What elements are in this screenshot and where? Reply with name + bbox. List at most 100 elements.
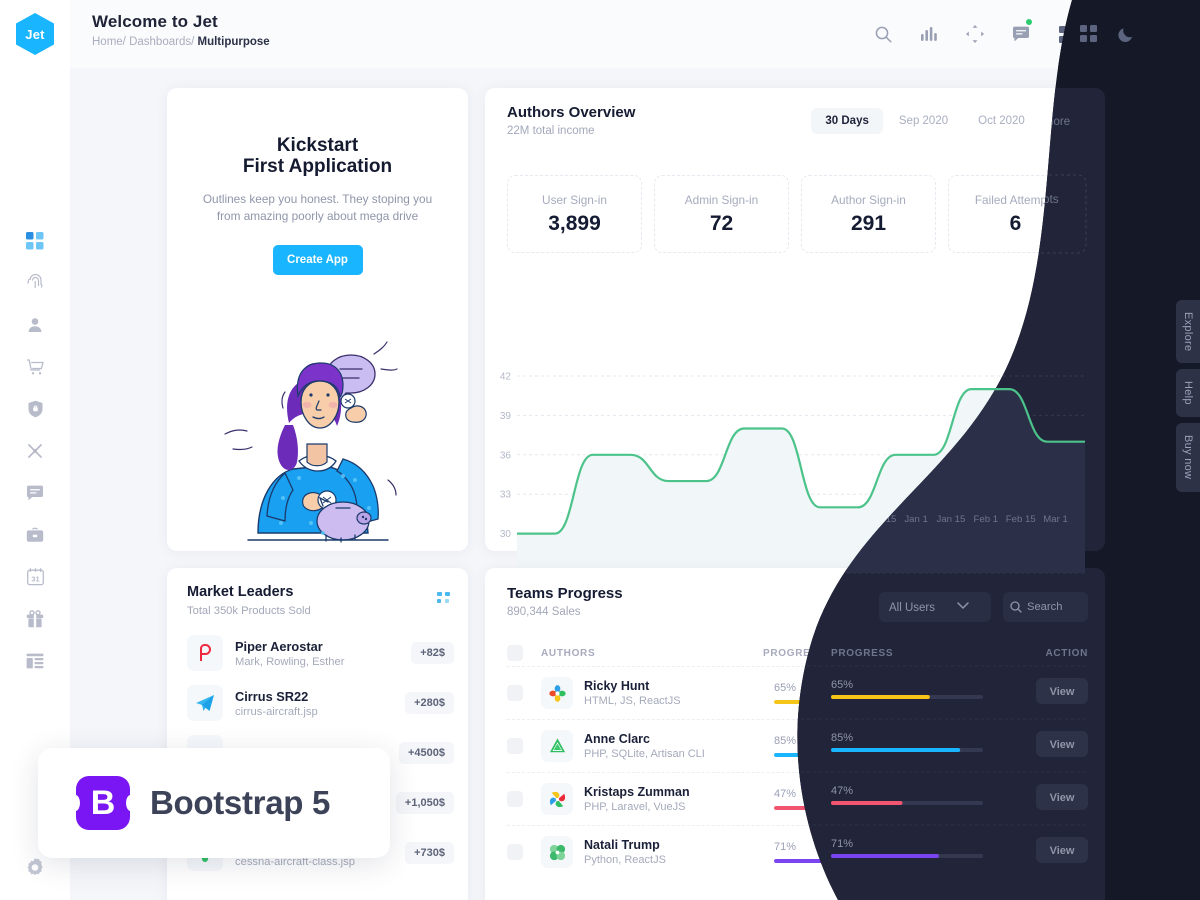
column-action: ACTION [1046,647,1089,659]
view-button[interactable]: View [1036,839,1089,865]
tab-more[interactable]: More [1041,108,1095,134]
row-percent: 71% [774,841,797,853]
teams-search[interactable]: Search [1003,592,1088,622]
progress-bar [774,859,969,863]
row-tech: PHP, Laravel, VueJS [584,801,686,813]
sidebar-item-dashboard[interactable] [17,230,53,252]
kickstart-title: Kickstart First Application [167,135,468,177]
select-all-checkbox[interactable] [507,645,523,661]
list-item-amount: +82$ [411,642,454,664]
kickstart-illustration [167,328,468,543]
row-checkbox[interactable] [507,685,523,701]
row-percent: 47% [774,788,797,800]
move-icon[interactable] [962,21,988,47]
row-progress: 65% [774,682,969,704]
tab-sep-2020[interactable]: Sep 2020 [885,108,962,134]
sidebar-item-user[interactable] [17,314,53,336]
table-row[interactable]: Anne Clarc PHP, SQLite, Artisan CLI 85% … [507,719,1089,772]
breadcrumb-current: Multipurpose [197,36,270,48]
clover-green-icon [541,836,573,868]
row-progress: 47% [774,788,969,810]
list-item-text: Cirrus SR22 cirrus-aircraft.jsp [235,689,405,718]
row-percent: 65% [774,682,797,694]
tab-buy-now[interactable]: Buy now [1176,423,1200,492]
sidebar-item-drone[interactable] [17,440,53,462]
kpi-value: 6 [1009,211,1022,235]
sidebar-item-briefcase[interactable] [17,524,53,546]
view-button[interactable]: View [1036,680,1089,706]
row-checkbox[interactable] [507,844,523,860]
list-item[interactable]: Piper Aerostar Mark, Rowling, Esther +82… [187,628,454,678]
sidebar-item-cart[interactable] [17,356,53,378]
teams-progress-card: Teams Progress 890,344 Sales All Users S… [485,568,1105,900]
tab-30-days[interactable]: 30 Days [811,108,883,134]
svg-text:39: 39 [500,411,512,422]
row-author: Kristaps Zumman PHP, Laravel, VueJS [584,785,774,813]
market-title: Market Leaders [187,584,294,600]
teams-search-placeholder: Search [1030,601,1066,613]
search-icon [1012,599,1024,615]
teams-subtitle: 890,344 Sales [507,606,581,618]
tab-oct-2020[interactable]: Oct 2020 [964,108,1039,134]
row-author: Anne Clarc PHP, SQLite, Artisan CLI [584,732,774,760]
table-row[interactable]: Ricky Hunt HTML, JS, ReactJS 65% View [507,666,1089,719]
market-subtitle: Total 350k Products Sold [187,605,311,617]
tab-explore[interactable]: Explore [1176,300,1200,364]
svg-text:30: 30 [500,529,512,540]
breadcrumb-dashboards[interactable]: Dashboards/ [129,36,194,48]
sidebar-item-chat[interactable] [17,482,53,504]
sidebar-item-security[interactable] [17,398,53,420]
avatar[interactable] [1146,16,1182,52]
list-item[interactable]: Cirrus SR22 cirrus-aircraft.jsp +280$ [187,678,454,728]
kickstart-description: Outlines keep you honest. They stoping y… [202,192,433,223]
sidebar-item-layout[interactable] [17,650,53,672]
list-item-amount: +730$ [405,842,454,864]
sidebar-item-fingerprint[interactable] [17,272,53,294]
sidebar-nav: 31 [17,230,53,672]
row-checkbox[interactable] [507,738,523,754]
list-item-amount: +280$ [405,692,454,714]
row-name: Kristaps Zumman [584,785,690,799]
moon-icon[interactable] [1100,21,1126,47]
dots-grid-icon[interactable] [437,592,450,610]
sidebar-settings[interactable] [26,858,45,882]
row-action: View [1036,733,1089,759]
bootstrap-logo-icon: B [76,776,130,830]
bar-chart-icon[interactable] [916,21,942,47]
side-action-tabs: Explore Help Buy now [1164,300,1200,492]
row-author: Ricky Hunt HTML, JS, ReactJS [584,679,774,707]
search-icon[interactable] [870,21,896,47]
user-filter-select[interactable]: All Users [879,592,991,622]
kpi-value: 3,899 [548,211,601,235]
svg-text:42: 42 [500,372,512,383]
svg-text:31: 31 [31,574,39,583]
chat-icon[interactable] [1008,19,1034,47]
list-item-amount: +4500$ [398,742,454,764]
kpi-failed-attempts: Failed Attempts 6 [948,175,1083,253]
breadcrumb-home[interactable]: Home/ [92,36,126,48]
row-author: Natali Trump Python, ReactJS [584,838,774,866]
row-percent: 85% [774,735,797,747]
list-item-desc: cirrus-aircraft.jsp [235,705,318,718]
table-row[interactable]: Kristaps Zumman PHP, Laravel, VueJS 47% … [507,772,1089,825]
kickstart-card: Kickstart First Application Outlines kee… [167,88,468,551]
sidebar-item-gift[interactable] [17,608,53,630]
row-name: Natali Trump [584,838,660,852]
row-checkbox[interactable] [507,791,523,807]
apps-grid-icon[interactable] [1054,21,1080,47]
table-row[interactable]: Natali Trump Python, ReactJS 71% View [507,825,1089,878]
row-action: View [1036,839,1089,865]
sidebar-item-calendar[interactable]: 31 [17,566,53,588]
app-logo[interactable]: Jet [16,13,54,55]
teams-title: Teams Progress [507,585,623,602]
tab-help[interactable]: Help [1176,369,1200,418]
kpi-user-signin: User Sign-in 3,899 [507,175,642,253]
kpi-label: Admin Sign-in [684,192,759,207]
pinwheel-red-icon [541,783,573,815]
progress-bar [774,806,969,810]
view-button[interactable]: View [1036,733,1089,759]
view-button[interactable]: View [1036,786,1089,812]
create-app-button[interactable]: Create App [272,245,363,275]
svg-text:33: 33 [500,490,512,501]
list-item-text: Piper Aerostar Mark, Rowling, Esther [235,639,411,668]
